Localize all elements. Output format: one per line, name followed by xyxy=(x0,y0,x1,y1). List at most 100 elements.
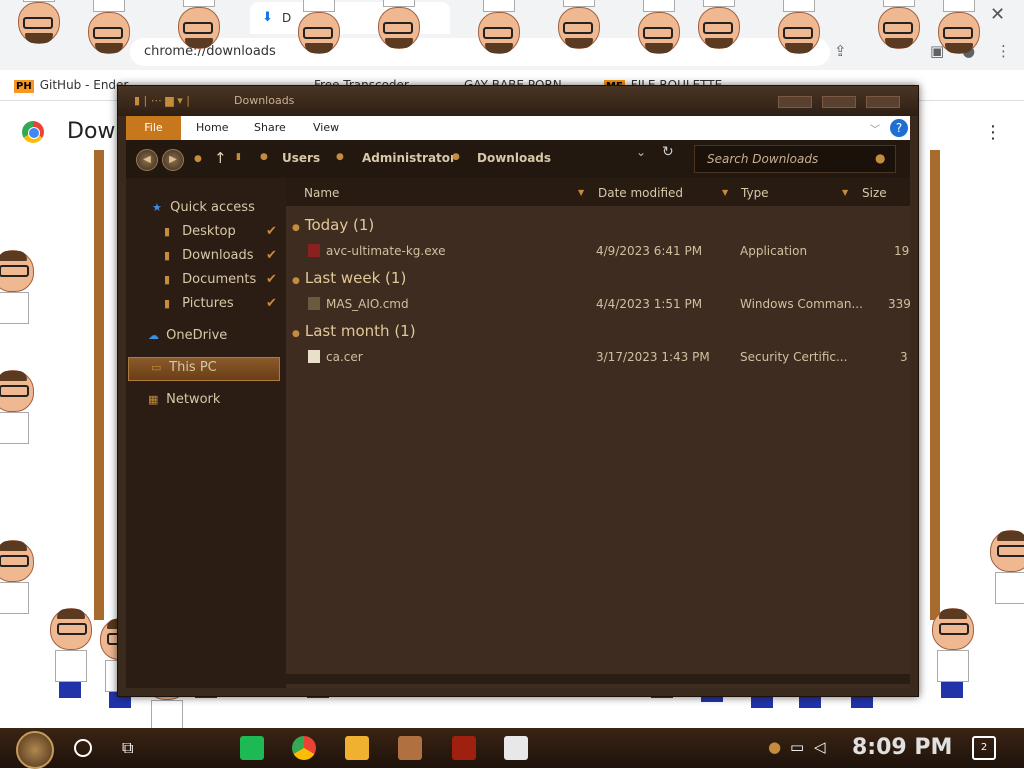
minimize-button[interactable] xyxy=(778,96,812,108)
group-header-last-month[interactable]: ● Last month (1) xyxy=(292,322,416,340)
file-type-cell: Security Certific... xyxy=(740,350,848,364)
page-menu-icon[interactable]: ⋮ xyxy=(984,122,1002,143)
tab-title: D xyxy=(282,11,292,25)
forward-button[interactable]: ▶ xyxy=(162,149,184,171)
task-view-icon[interactable]: ⧉ xyxy=(122,738,133,758)
ribbon-tab-home[interactable]: Home xyxy=(196,121,228,134)
horizontal-scrollbar[interactable] xyxy=(286,674,910,684)
search-icon[interactable]: ● xyxy=(875,151,885,165)
column-headers: Name ▼ Date modified ▼ Type ▼ Size xyxy=(286,178,910,206)
search-placeholder: Search Downloads xyxy=(707,152,819,166)
breadcrumb[interactable]: ▮ ● Users ● Administrator ● Downloads xyxy=(232,147,672,171)
chrome-icon[interactable] xyxy=(292,736,316,760)
spotify-icon[interactable] xyxy=(240,736,264,760)
column-date-modified[interactable]: Date modified xyxy=(598,186,683,200)
refresh-icon[interactable]: ↻ xyxy=(662,144,674,160)
folder-icon: ▮ xyxy=(164,273,171,286)
nav-onedrive[interactable]: ☁ OneDrive xyxy=(148,328,227,343)
hank-face-decoration xyxy=(938,0,980,54)
ribbon: File Home Share View ﹀ ? xyxy=(126,116,910,140)
up-arrow-icon[interactable]: ↑ xyxy=(214,149,227,167)
close-button[interactable] xyxy=(866,96,900,108)
network-status-icon[interactable]: ▭ xyxy=(790,738,804,756)
hank-face-decoration xyxy=(178,0,220,49)
breadcrumb-administrator[interactable]: Administrator xyxy=(362,151,456,165)
start-button[interactable] xyxy=(16,731,54,769)
breadcrumb-users[interactable]: Users xyxy=(282,151,320,165)
hank-face-decoration xyxy=(0,250,34,324)
taskbar: ⧉ ● ▭ ◁ 8:09 PM 2 xyxy=(0,728,1024,769)
pin-icon: ✔ xyxy=(266,224,277,239)
volume-muted-icon[interactable]: ◁ xyxy=(814,738,826,756)
browser-tab[interactable]: ⬇ D xyxy=(250,2,450,34)
bookmark-github[interactable]: PH GitHub - Ender xyxy=(14,78,128,93)
cortana-icon[interactable] xyxy=(74,739,92,757)
network-icon: ▦ xyxy=(148,393,159,406)
maximize-button[interactable] xyxy=(822,96,856,108)
collapse-icon: ● xyxy=(292,329,300,339)
media-app-icon[interactable] xyxy=(452,736,476,760)
column-size[interactable]: Size xyxy=(862,186,887,200)
clock[interactable]: 8:09 PM xyxy=(852,735,952,760)
folder-icon: ▮ xyxy=(164,225,171,238)
column-type[interactable]: Type xyxy=(741,186,769,200)
file-list: Name ▼ Date modified ▼ Type ▼ Size ● Toda… xyxy=(286,178,911,688)
file-name-cell[interactable]: ca.cer xyxy=(308,350,363,364)
hank-face-decoration xyxy=(0,540,34,614)
hank-face-decoration xyxy=(0,370,34,444)
file-explorer-window: ▮ | ⋯ ▆ ▾ | Downloads File Home Share Vi… xyxy=(117,85,919,697)
xd-app-icon[interactable] xyxy=(504,736,528,760)
search-box[interactable]: Search Downloads ● xyxy=(694,145,896,173)
expand-ribbon-chevron-icon[interactable]: ﹀ xyxy=(870,121,880,136)
notification-center-icon[interactable]: 2 xyxy=(972,736,996,760)
chrome-logo-icon xyxy=(22,121,44,143)
nav-network[interactable]: ▦ Network xyxy=(148,392,220,407)
show-hidden-icons[interactable]: ● xyxy=(768,738,781,756)
address-dropdown-icon[interactable]: ⌄ xyxy=(636,145,646,159)
nav-pictures[interactable]: ▮ Pictures xyxy=(164,296,234,311)
download-icon: ⬇ xyxy=(262,10,273,25)
breadcrumb-separator[interactable]: ● xyxy=(336,152,344,162)
file-date-cell: 3/17/2023 1:43 PM xyxy=(596,350,710,364)
breadcrumb-separator[interactable]: ● xyxy=(260,152,268,162)
nav-desktop[interactable]: ▮ Desktop xyxy=(164,224,236,239)
column-dropdown-icon[interactable]: ▼ xyxy=(578,188,584,197)
file-explorer-icon[interactable] xyxy=(345,736,369,760)
quick-access-toolbar[interactable]: ▮ | ⋯ ▆ ▾ | xyxy=(134,94,190,107)
recent-locations-icon[interactable]: ● xyxy=(194,154,202,164)
collapse-icon: ● xyxy=(292,223,300,233)
title-bar[interactable]: ▮ | ⋯ ▆ ▾ | Downloads xyxy=(118,86,918,116)
group-header-today[interactable]: ● Today (1) xyxy=(292,216,374,234)
nav-downloads[interactable]: ▮ Downloads xyxy=(164,248,254,263)
hank-face-decoration xyxy=(50,608,92,698)
file-name-cell[interactable]: MAS_AIO.cmd xyxy=(308,297,409,311)
close-window-icon[interactable]: ✕ xyxy=(990,4,1005,25)
group-header-last-week[interactable]: ● Last week (1) xyxy=(292,269,406,287)
column-dropdown-icon[interactable]: ▼ xyxy=(722,188,728,197)
certificate-icon xyxy=(308,350,320,363)
star-icon: ★ xyxy=(152,201,162,214)
file-name-cell[interactable]: avc-ultimate-kg.exe xyxy=(308,244,446,258)
application-icon xyxy=(308,244,320,257)
game-launcher-icon[interactable] xyxy=(398,736,422,760)
column-name[interactable]: Name xyxy=(304,186,339,200)
nav-documents[interactable]: ▮ Documents xyxy=(164,272,256,287)
file-date-cell: 4/9/2023 6:41 PM xyxy=(596,244,703,258)
ribbon-tab-view[interactable]: View xyxy=(313,121,339,134)
back-button[interactable]: ◀ xyxy=(136,149,158,171)
nav-quick-access[interactable]: ★ Quick access xyxy=(152,200,255,215)
folder-icon: ▮ xyxy=(236,152,241,162)
file-type-cell: Windows Comman... xyxy=(740,297,863,311)
nav-this-pc[interactable]: ▭ This PC xyxy=(128,357,280,381)
window-title: Downloads xyxy=(234,94,295,107)
breadcrumb-downloads[interactable]: Downloads xyxy=(477,151,551,165)
hank-face-decoration xyxy=(88,0,130,54)
chrome-menu-icon[interactable]: ⋮ xyxy=(996,42,1011,60)
ribbon-tab-file[interactable]: File xyxy=(126,116,181,140)
share-icon[interactable]: ⇪ xyxy=(834,42,847,60)
pin-icon: ✔ xyxy=(266,248,277,263)
breadcrumb-separator[interactable]: ● xyxy=(452,152,460,162)
ribbon-tab-share[interactable]: Share xyxy=(254,121,286,134)
column-dropdown-icon[interactable]: ▼ xyxy=(842,188,848,197)
help-button[interactable]: ? xyxy=(890,119,908,137)
